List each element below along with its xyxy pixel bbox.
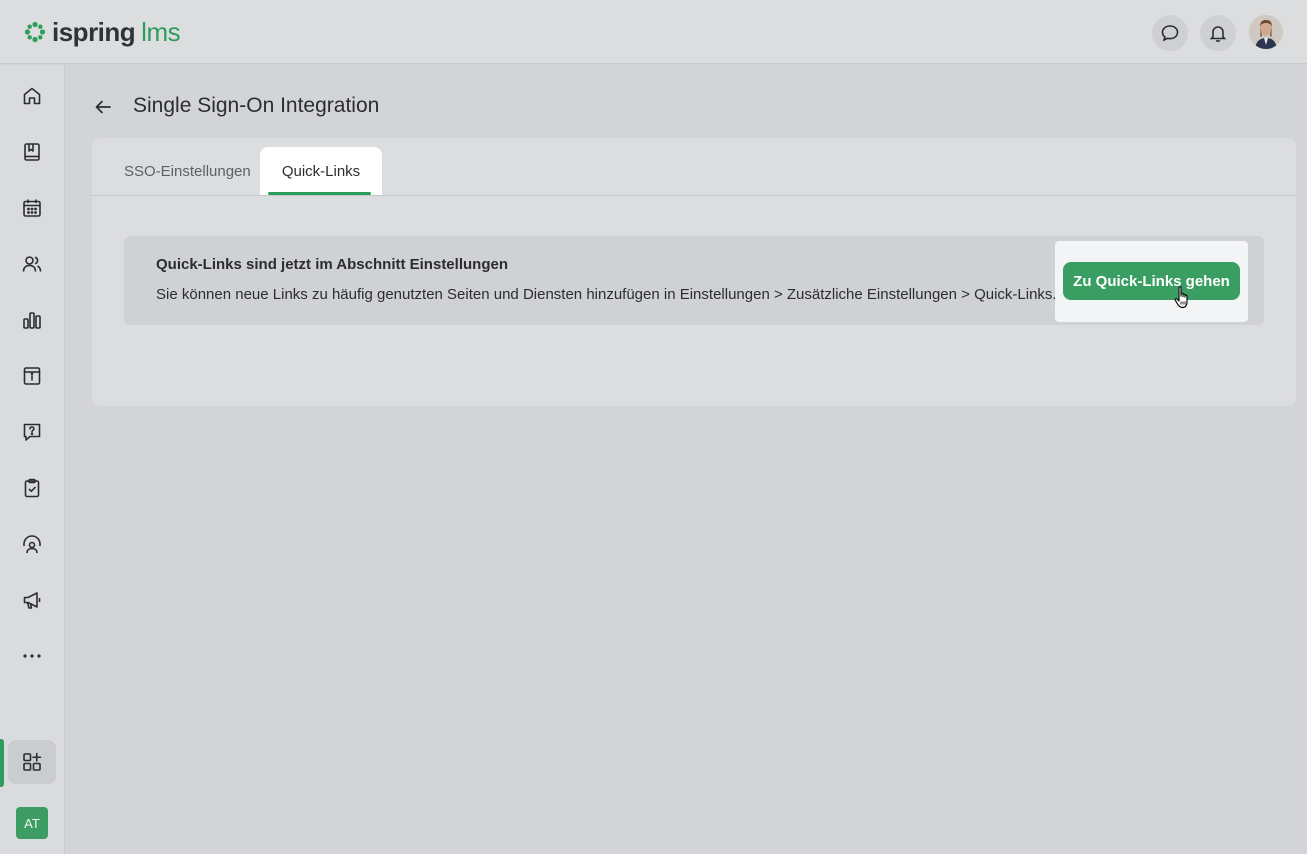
question-chat-icon	[23, 423, 41, 441]
sidebar-item-calendar[interactable]	[8, 186, 56, 230]
sidebar: AT	[0, 65, 65, 854]
chat-bubble-icon	[1161, 25, 1179, 42]
sidebar-item-home[interactable]	[8, 74, 56, 118]
sidebar-item-apps[interactable]	[8, 740, 56, 784]
notice-text: Sie können neue Links zu häufig genutzte…	[156, 286, 1057, 303]
notifications-button[interactable]	[1200, 15, 1236, 51]
logo-secondary-text: lms	[141, 17, 181, 47]
active-indicator	[0, 739, 4, 787]
tab-quick-links[interactable]: Quick-Links	[260, 147, 382, 195]
top-bar: ispring lms	[0, 0, 1307, 64]
sidebar-item-more[interactable]	[8, 634, 56, 678]
sidebar-item-assessments[interactable]	[8, 466, 56, 510]
go-to-quick-links-button[interactable]: Zu Quick-Links gehen	[1063, 262, 1240, 300]
calendar-icon	[23, 199, 41, 217]
users-icon	[22, 256, 42, 272]
user-avatar[interactable]	[1249, 15, 1283, 49]
mentor-icon	[23, 535, 41, 554]
page-title: Single Sign-On Integration	[133, 94, 380, 117]
home-icon	[23, 87, 41, 105]
sidebar-item-courses[interactable]	[8, 130, 56, 174]
sidebar-item-announcements[interactable]	[8, 578, 56, 622]
hand-pointer-cursor-icon	[1174, 286, 1188, 309]
back-button[interactable]	[90, 94, 116, 120]
notice-banner: Quick-Links sind jetzt im Abschnitt Eins…	[124, 236, 1264, 325]
arrow-left-icon	[95, 100, 111, 114]
sidebar-item-questions[interactable]	[8, 410, 56, 454]
ispring-logo-icon	[24, 21, 46, 43]
sidebar-item-mentoring[interactable]	[8, 522, 56, 566]
sidebar-item-users[interactable]	[8, 242, 56, 286]
avatar-photo-icon	[1249, 15, 1283, 49]
clipboard-check-icon	[24, 478, 40, 498]
apps-add-icon	[23, 752, 42, 771]
tab-sso-einstellungen[interactable]: SSO-Einstellungen	[116, 147, 280, 195]
logo-primary-text: ispring	[52, 17, 136, 47]
megaphone-icon	[23, 592, 41, 609]
info-board-icon	[23, 367, 41, 385]
more-dots-icon	[23, 654, 41, 658]
tab-active-underline	[268, 192, 371, 195]
bar-chart-icon	[23, 312, 41, 329]
notice-title: Quick-Links sind jetzt im Abschnitt Eins…	[156, 256, 508, 273]
logo[interactable]: ispring lms	[24, 17, 181, 47]
book-icon	[24, 143, 40, 161]
bell-icon	[1209, 26, 1227, 43]
tab-bar: SSO-Einstellungen Quick-Links	[92, 138, 1296, 196]
chat-button[interactable]	[1152, 15, 1188, 51]
user-initials-badge[interactable]: AT	[16, 807, 48, 839]
sidebar-item-info[interactable]	[8, 354, 56, 398]
logo-text: ispring lms	[52, 17, 181, 47]
settings-card: SSO-Einstellungen Quick-Links Quick-Link…	[92, 138, 1296, 406]
sidebar-item-reports[interactable]	[8, 298, 56, 342]
